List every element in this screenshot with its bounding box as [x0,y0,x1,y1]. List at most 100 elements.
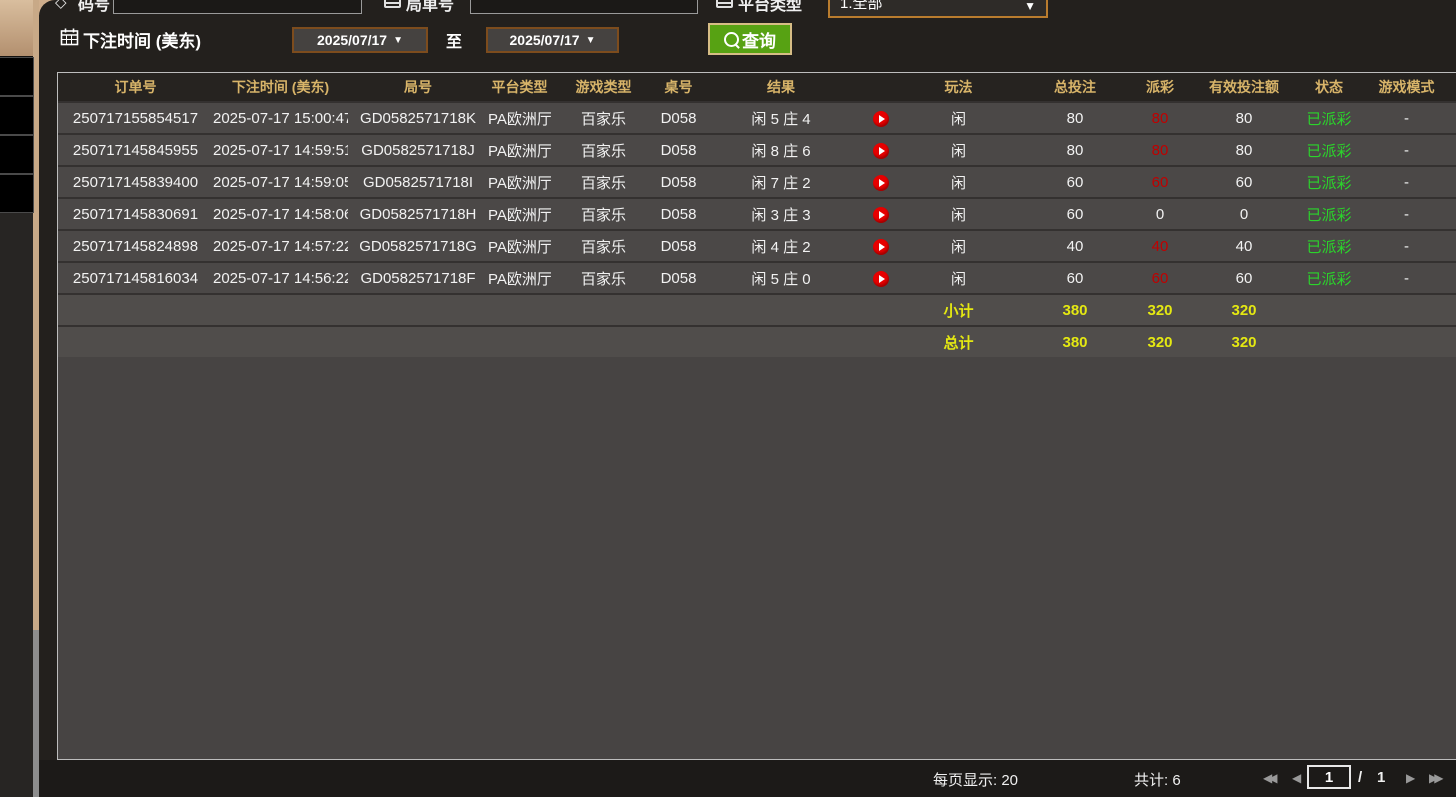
cell-play-type: 闲 [901,262,1016,294]
column-header: 游戏模式 [1356,73,1456,102]
cell-table-number: D058 [656,198,701,230]
play-icon[interactable] [873,207,889,223]
calendar-icon [60,28,79,51]
cell-table-number: D058 [656,166,701,198]
round-input[interactable] [470,0,698,14]
date-from-picker[interactable]: 2025/07/17 ▼ [292,27,428,53]
search-icon [724,32,739,47]
chevron-down-icon: ▼ [393,35,403,46]
play-icon[interactable] [873,143,889,159]
cell-game-mode: - [1356,198,1456,230]
backdrop-thumbnail [0,135,34,174]
bet-records-dialog: ◇ 码号 局单号 平台类型 1.全部 ▼ 下注时间 (美东) 2025/07/1… [39,0,1456,797]
first-page-icon[interactable]: ◀◀ [1263,771,1273,785]
table-row: 250717145845955 2025-07-17 14:59:51 GD05… [58,134,1456,166]
page-number-input[interactable] [1307,765,1351,789]
cell-result: 闲 7 庄 2 [701,166,861,198]
cell-bet-time: 2025-07-17 14:57:22 [213,230,348,262]
column-header: 桌号 [656,73,701,102]
play-icon[interactable] [873,271,889,287]
cell-order-number: 250717145839400 [58,166,213,198]
cell-table-number: D058 [656,230,701,262]
column-header: 下注时间 (美东) [213,73,348,102]
grand-total-valid-bet: 320 [1186,326,1302,357]
status-badge: 已派彩 [1302,134,1356,166]
platform-select[interactable]: 1.全部 ▼ [828,0,1048,18]
cell-game-mode: - [1356,134,1456,166]
cell-play-type: 闲 [901,102,1016,134]
subtotal-row: 小计 380 320 320 [58,294,1456,326]
cell-platform: PA欧洲厅 [488,134,551,166]
cell-total-bet: 60 [1016,166,1134,198]
subtotal-label: 小计 [901,294,1016,326]
cell-replay [861,230,901,262]
cell-table-number: D058 [656,262,701,294]
backdrop-tan-strip [0,0,36,56]
cell-replay [861,134,901,166]
backdrop-thumbnail [0,57,34,96]
prev-page-icon[interactable]: ◀ [1292,771,1301,785]
query-button[interactable]: 查询 [708,23,792,55]
play-icon[interactable] [873,175,889,191]
cell-platform: PA欧洲厅 [488,262,551,294]
table-row: 250717145816034 2025-07-17 14:56:22 GD05… [58,262,1456,294]
cell-valid-bet: 80 [1186,102,1302,134]
cell-total-bet: 80 [1016,134,1134,166]
cell-total-bet: 40 [1016,230,1134,262]
column-header: 派彩 [1134,73,1186,102]
cell-game-mode: - [1356,262,1456,294]
cell-replay [861,166,901,198]
status-badge: 已派彩 [1302,262,1356,294]
last-page-icon[interactable]: ▶▶ [1429,771,1439,785]
backdrop-thumbnail [0,174,34,213]
cell-valid-bet: 40 [1186,230,1302,262]
platform-select-value: 1.全部 [840,0,883,13]
cell-valid-bet: 0 [1186,198,1302,230]
cell-payout: 60 [1134,166,1186,198]
subtotal-payout: 320 [1134,294,1186,326]
next-page-icon[interactable]: ▶ [1406,771,1415,785]
cell-result: 闲 5 庄 0 [701,262,861,294]
column-header: 有效投注额 [1186,73,1302,102]
cell-game-type: 百家乐 [551,262,656,294]
cell-bet-time: 2025-07-17 14:59:51 [213,134,348,166]
cell-payout: 80 [1134,134,1186,166]
chevron-down-icon: ▼ [1024,0,1036,13]
table-row: 250717145839400 2025-07-17 14:59:05 GD05… [58,166,1456,198]
column-header: 玩法 [901,73,1016,102]
cell-total-bet: 80 [1016,102,1134,134]
chevron-down-icon: ▼ [586,35,596,46]
column-header: 总投注 [1016,73,1134,102]
date-to-picker[interactable]: 2025/07/17 ▼ [486,27,619,53]
column-header [861,73,901,102]
code-input[interactable] [113,0,362,14]
query-button-label: 查询 [742,27,776,52]
list-icon [384,0,401,8]
total-pages: 1 [1377,769,1385,786]
status-badge: 已派彩 [1302,198,1356,230]
play-icon[interactable] [873,239,889,255]
date-from-value: 2025/07/17 [317,32,387,48]
cell-game-type: 百家乐 [551,134,656,166]
cell-round-number: GD0582571718J [348,134,488,166]
cell-platform: PA欧洲厅 [488,230,551,262]
cell-payout: 40 [1134,230,1186,262]
round-label: 局单号 [406,0,454,15]
cell-bet-time: 2025-07-17 14:58:06 [213,198,348,230]
play-icon[interactable] [873,111,889,127]
cell-replay [861,262,901,294]
cell-total-bet: 60 [1016,262,1134,294]
cell-round-number: GD0582571718G [348,230,488,262]
table-row: 250717155854517 2025-07-17 15:00:47 GD05… [58,102,1456,134]
cell-play-type: 闲 [901,166,1016,198]
diamond-icon: ◇ [55,0,67,11]
list-icon [716,0,733,8]
cell-order-number: 250717155854517 [58,102,213,134]
cell-game-type: 百家乐 [551,198,656,230]
total-count-label: 共计: 6 [1134,769,1181,790]
backdrop-left-panel [0,213,33,797]
cell-replay [861,198,901,230]
cell-round-number: GD0582571718H [348,198,488,230]
page-separator: / [1358,769,1362,786]
cell-valid-bet: 60 [1186,166,1302,198]
